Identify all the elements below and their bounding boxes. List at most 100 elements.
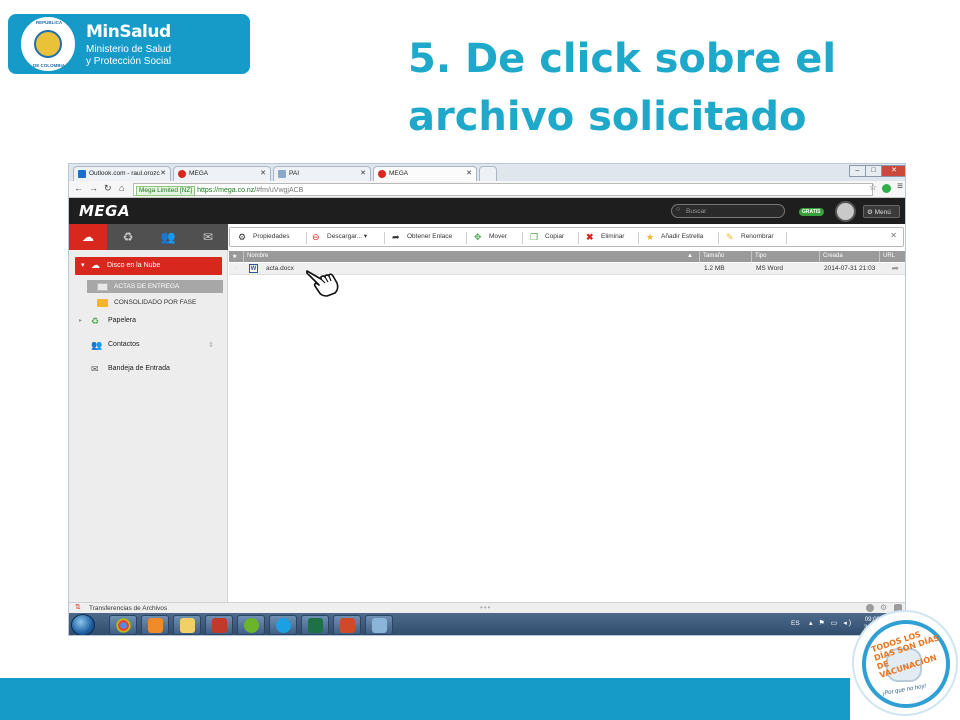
tray-icons[interactable]: ▴ ⚑ ▭ ◂)	[809, 619, 853, 627]
taskbar-skype[interactable]	[269, 615, 297, 635]
column-name-label: Nombre	[247, 253, 269, 259]
reload-icon[interactable]: ↻	[104, 183, 112, 194]
pause-icon[interactable]	[866, 604, 874, 612]
close-icon[interactable]: ✕	[466, 169, 472, 177]
sidebar-item-cloud-drive[interactable]: ▾ ☁ Disco en la Nube	[75, 257, 222, 275]
copy-icon: ❐	[530, 232, 539, 242]
avatar[interactable]	[835, 201, 856, 222]
column-size[interactable]: Tamaño	[699, 251, 751, 262]
search-input[interactable]: ○ Buscar	[671, 204, 785, 218]
extension-icon[interactable]	[882, 184, 891, 193]
sidebar-icon-strip: ☁ ♻ 👥 ✉	[69, 224, 228, 250]
tab-bar: Outlook.com - raul.orozc ✕ MEGA ✕ PAI ✕ …	[69, 164, 905, 181]
taskbar-app[interactable]	[333, 615, 361, 635]
download-button[interactable]: ⊖ Descargar... ▾	[312, 231, 367, 243]
minimize-button[interactable]: –	[849, 165, 866, 177]
copy-label: Copiar	[545, 233, 565, 240]
taskbar-excel[interactable]	[301, 615, 329, 635]
sidebar-item-bandeja[interactable]: ✉ Bandeja de Entrada	[79, 364, 170, 377]
sidebar-item-contactos[interactable]: 👥 Contactos	[79, 340, 140, 353]
gear-icon: ⚙	[238, 232, 247, 242]
tab-outlook[interactable]: Outlook.com - raul.orozc ✕	[73, 166, 171, 181]
contacts-icon[interactable]: 👥	[149, 224, 187, 250]
language-indicator[interactable]: ES	[791, 620, 800, 627]
plan-badge[interactable]: GRATIS	[799, 208, 824, 216]
folder-open-icon	[97, 283, 108, 291]
share-arrow-icon[interactable]: ➦	[891, 263, 899, 274]
move-button[interactable]: ✥ Mover	[474, 231, 507, 243]
delete-button[interactable]: ✖ Eliminar	[586, 231, 624, 243]
rename-button[interactable]: ✎ Renombrar	[726, 231, 774, 243]
transfer-arrows-icon: ⇅	[75, 604, 81, 611]
home-icon[interactable]: ⌂	[119, 183, 124, 193]
download-icon: ⊖	[312, 232, 320, 242]
row-star-icon[interactable]: ·	[232, 263, 237, 275]
drag-handle[interactable]: •••	[480, 603, 491, 612]
copy-button[interactable]: ❐ Copiar	[530, 231, 564, 243]
tab-label: MEGA	[389, 170, 409, 177]
sidebar-item-label: Disco en la Nube	[107, 262, 161, 269]
column-type[interactable]: Tipo	[751, 251, 819, 262]
folder-consolidado[interactable]: CONSOLIDADO POR FASE	[87, 296, 196, 309]
tab-mega-1[interactable]: MEGA ✕	[173, 166, 271, 181]
tab-pai[interactable]: PAI ✕	[273, 166, 371, 181]
taskbar-explorer[interactable]	[173, 615, 201, 635]
close-icon[interactable]: ✕	[160, 169, 166, 177]
add-star-label: Añadir Estrella	[661, 233, 704, 240]
taskbar-chrome[interactable]	[109, 615, 137, 635]
url-input[interactable]: Mega Limited [NZ] https://mega.co.nz/#fm/…	[133, 183, 873, 196]
forward-icon[interactable]: →	[89, 183, 98, 193]
window-close-button[interactable]: ✕	[881, 165, 905, 177]
folder-icon	[180, 618, 195, 633]
taskbar-paint[interactable]	[365, 615, 393, 635]
recycle-icon[interactable]: ♻	[109, 224, 147, 250]
column-created[interactable]: Creada	[819, 251, 879, 262]
column-star[interactable]: ★	[229, 251, 243, 262]
file-type: MS Word	[756, 265, 783, 272]
gear-icon[interactable]: ⚙	[880, 603, 888, 612]
skype-icon	[276, 618, 291, 633]
rename-label: Renombrar	[741, 233, 774, 240]
paint-icon	[372, 618, 387, 633]
add-star-button[interactable]: ★ Añadir Estrella	[646, 231, 703, 243]
search-icon: ○	[676, 206, 681, 213]
divider	[466, 232, 467, 244]
taskbar-media[interactable]	[141, 615, 169, 635]
close-icon[interactable]: ✕	[260, 169, 266, 177]
column-url[interactable]: URL	[879, 251, 905, 262]
file-created: 2014-07-31 21:03	[824, 265, 876, 272]
folder-actas-de-entrega[interactable]: ACTAS DE ENTREGA	[87, 280, 223, 293]
cloud-drive-icon[interactable]: ☁	[69, 224, 107, 250]
taskbar-utorrent[interactable]	[237, 615, 265, 635]
tab-label: PAI	[289, 170, 299, 177]
start-button[interactable]	[71, 614, 95, 635]
browser-menu-icon[interactable]: ≡	[897, 181, 903, 192]
seal-bottom-text: DE COLOMBIA	[33, 63, 65, 68]
divider	[306, 232, 307, 244]
new-tab-button[interactable]	[479, 166, 497, 181]
mega-icon	[378, 170, 386, 178]
move-icon: ✥	[474, 232, 482, 242]
pai-icon	[278, 170, 286, 178]
inbox-icon[interactable]: ✉	[189, 224, 227, 250]
cloud-icon: ☁	[91, 260, 100, 270]
sidebar-item-papelera[interactable]: ▸ ♻ Papelera	[79, 316, 136, 329]
url-path: #fm/uVwgjACB	[256, 187, 304, 194]
tab-mega-active[interactable]: MEGA ✕	[373, 166, 477, 181]
bookmark-star-icon[interactable]: ☆	[869, 182, 877, 193]
get-link-button[interactable]: ➦ Obtener Enlace	[392, 231, 452, 243]
close-icon[interactable]: ✕	[360, 169, 366, 177]
properties-label: Propiedades	[253, 233, 290, 240]
taskbar-poker[interactable]	[205, 615, 233, 635]
properties-button[interactable]: ⚙ Propiedades	[238, 231, 290, 243]
transfer-bar[interactable]: ⇅ Transferencias de Archivos ••• ⚙	[69, 602, 905, 613]
close-icon[interactable]: ✕	[890, 231, 897, 240]
file-name[interactable]: acta.docx	[263, 263, 294, 275]
column-name[interactable]: Nombre ▲	[243, 251, 699, 262]
sort-arrows-icon[interactable]: ⇕	[208, 341, 214, 349]
slide: REPÚBLICA DE COLOMBIA MinSalud Ministeri…	[0, 0, 960, 720]
sort-up-icon: ▲	[687, 253, 693, 259]
menu-button[interactable]: ⚙ Menú	[863, 205, 900, 218]
maximize-button[interactable]: □	[865, 165, 882, 177]
back-icon[interactable]: ←	[74, 183, 83, 193]
